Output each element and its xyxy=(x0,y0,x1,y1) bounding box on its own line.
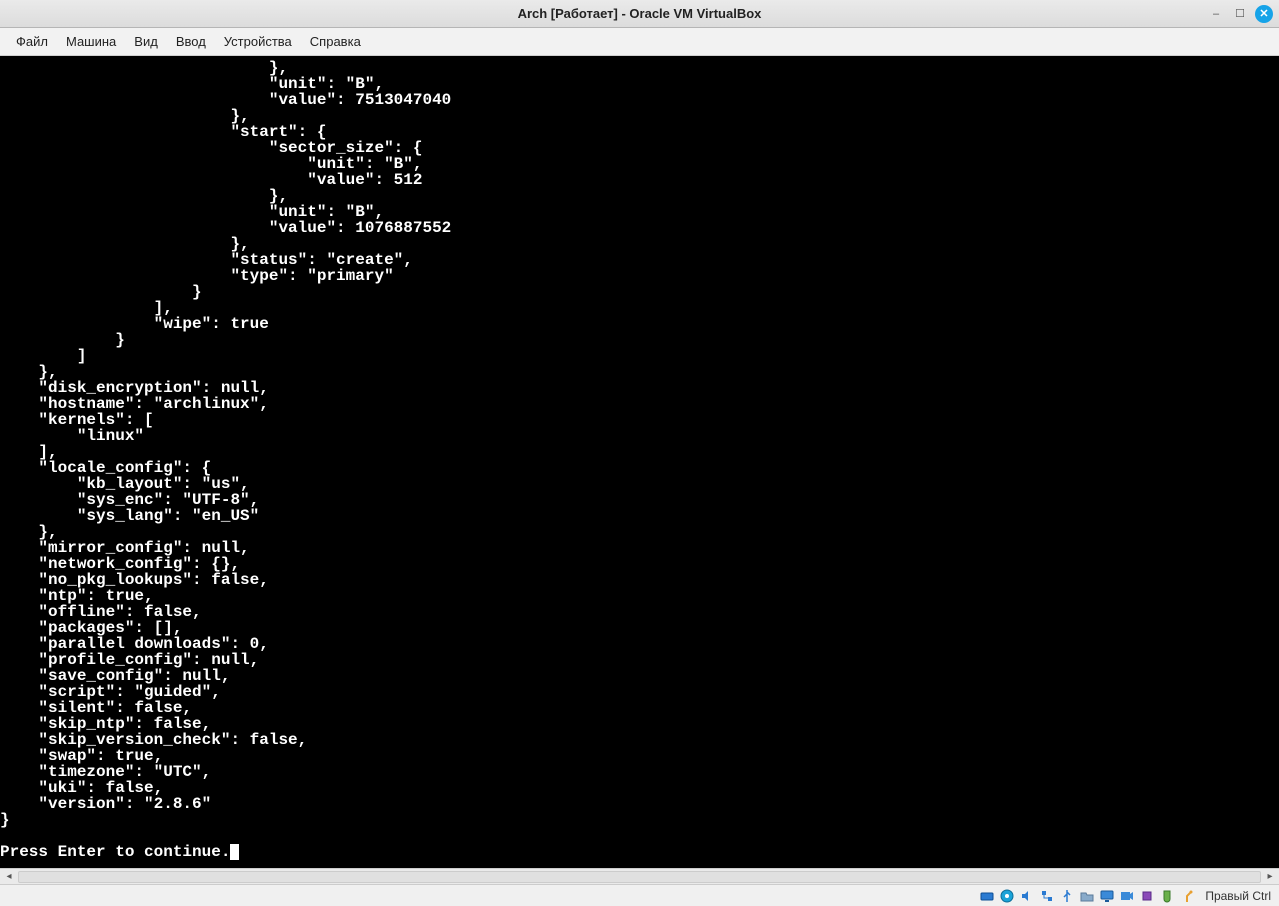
menu-help[interactable]: Справка xyxy=(302,30,369,53)
mouse-integration-icon[interactable] xyxy=(1159,888,1175,904)
title-bar: Arch [Работает] - Oracle VM VirtualBox –… xyxy=(0,0,1279,28)
display-icon[interactable] xyxy=(1099,888,1115,904)
terminal-output: }, "unit": "B", "value": 7513047040 }, "… xyxy=(0,56,1279,860)
usb-icon[interactable] xyxy=(1059,888,1075,904)
terminal-cursor xyxy=(230,844,239,860)
window-title: Arch [Работает] - Oracle VM VirtualBox xyxy=(518,6,762,21)
maximize-button[interactable]: ☐ xyxy=(1231,5,1249,23)
recording-icon[interactable] xyxy=(1119,888,1135,904)
horizontal-scrollbar[interactable]: ◂ ▸ xyxy=(0,868,1279,884)
optical-icon[interactable] xyxy=(999,888,1015,904)
network-icon[interactable] xyxy=(1039,888,1055,904)
status-bar: Правый Ctrl xyxy=(0,884,1279,906)
keyboard-icon[interactable] xyxy=(1179,888,1195,904)
menu-machine[interactable]: Машина xyxy=(58,30,124,53)
host-key-label: Правый Ctrl xyxy=(1205,889,1271,903)
menu-view[interactable]: Вид xyxy=(126,30,166,53)
minimize-button[interactable]: – xyxy=(1207,5,1225,23)
scrollbar-track[interactable] xyxy=(18,871,1261,883)
close-button[interactable]: ✕ xyxy=(1255,5,1273,23)
menu-devices[interactable]: Устройства xyxy=(216,30,300,53)
menu-input[interactable]: Ввод xyxy=(168,30,214,53)
cpu-icon[interactable] xyxy=(1139,888,1155,904)
window-controls: – ☐ ✕ xyxy=(1207,5,1273,23)
menu-bar: Файл Машина Вид Ввод Устройства Справка xyxy=(0,28,1279,56)
scroll-left-arrow-icon[interactable]: ◂ xyxy=(2,870,16,884)
harddisk-icon[interactable] xyxy=(979,888,995,904)
menu-file[interactable]: Файл xyxy=(8,30,56,53)
scroll-right-arrow-icon[interactable]: ▸ xyxy=(1263,870,1277,884)
audio-icon[interactable] xyxy=(1019,888,1035,904)
guest-display[interactable]: }, "unit": "B", "value": 7513047040 }, "… xyxy=(0,56,1279,868)
shared-folder-icon[interactable] xyxy=(1079,888,1095,904)
